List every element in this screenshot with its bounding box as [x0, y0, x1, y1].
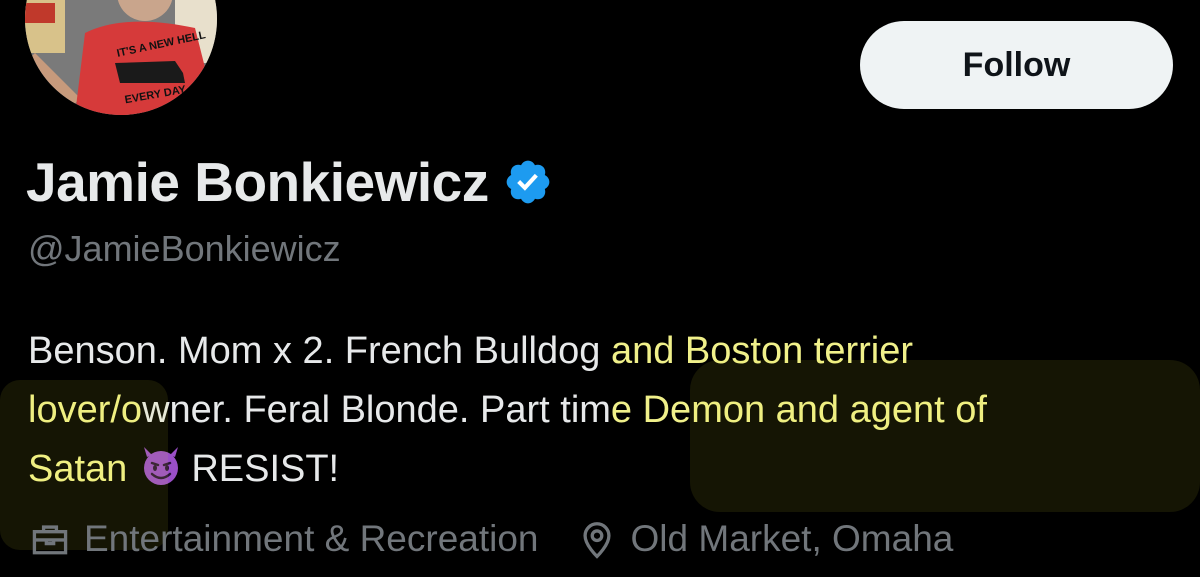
profile-header: IT'S A NEW HELL EVERY DAY Follow Jamie B…	[0, 0, 1200, 577]
profile-location-text: Old Market, Omaha	[630, 518, 954, 559]
bio-text: wner. Feral Blonde. Part tim	[142, 389, 611, 431]
verified-badge-icon[interactable]	[503, 157, 553, 207]
profile-meta: Entertainment & Recreation Old Market, O…	[28, 517, 953, 561]
profile-location: Old Market, Omaha	[575, 517, 954, 561]
bio-line-1: Benson. Mom x 2. French Bulldog and Bost…	[28, 322, 1178, 381]
profile-category: Entertainment & Recreation	[28, 517, 539, 561]
profile-category-text: Entertainment & Recreation	[84, 518, 539, 559]
bio-text-highlighted: Satan	[28, 448, 128, 490]
avatar[interactable]: IT'S A NEW HELL EVERY DAY	[22, 0, 220, 118]
bio-text-highlighted: lover/o	[28, 389, 143, 431]
briefcase-icon	[32, 525, 68, 555]
smiling-devil-emoji	[144, 447, 179, 485]
bio-text-highlighted: e Demon and agent of	[610, 389, 987, 431]
bio-text: RESIST!	[191, 448, 340, 490]
bio-line-2: lover/owner. Feral Blonde. Part time Dem…	[28, 381, 1178, 440]
follow-button[interactable]: Follow	[860, 21, 1173, 109]
bio-text-highlighted: and Boston terrier	[610, 330, 914, 372]
bio-line-3: Satan RESIST!	[28, 440, 1178, 499]
bio-text: Benson. Mom x 2. French Bulldog	[28, 330, 611, 372]
avatar-photo: IT'S A NEW HELL EVERY DAY	[25, 0, 217, 115]
profile-handle: @JamieBonkiewicz	[28, 228, 341, 269]
name-row: Jamie Bonkiewicz	[26, 150, 553, 214]
profile-bio: Benson. Mom x 2. French Bulldog and Bost…	[28, 322, 1178, 499]
display-name: Jamie Bonkiewicz	[26, 151, 489, 213]
location-pin-icon	[582, 522, 611, 559]
